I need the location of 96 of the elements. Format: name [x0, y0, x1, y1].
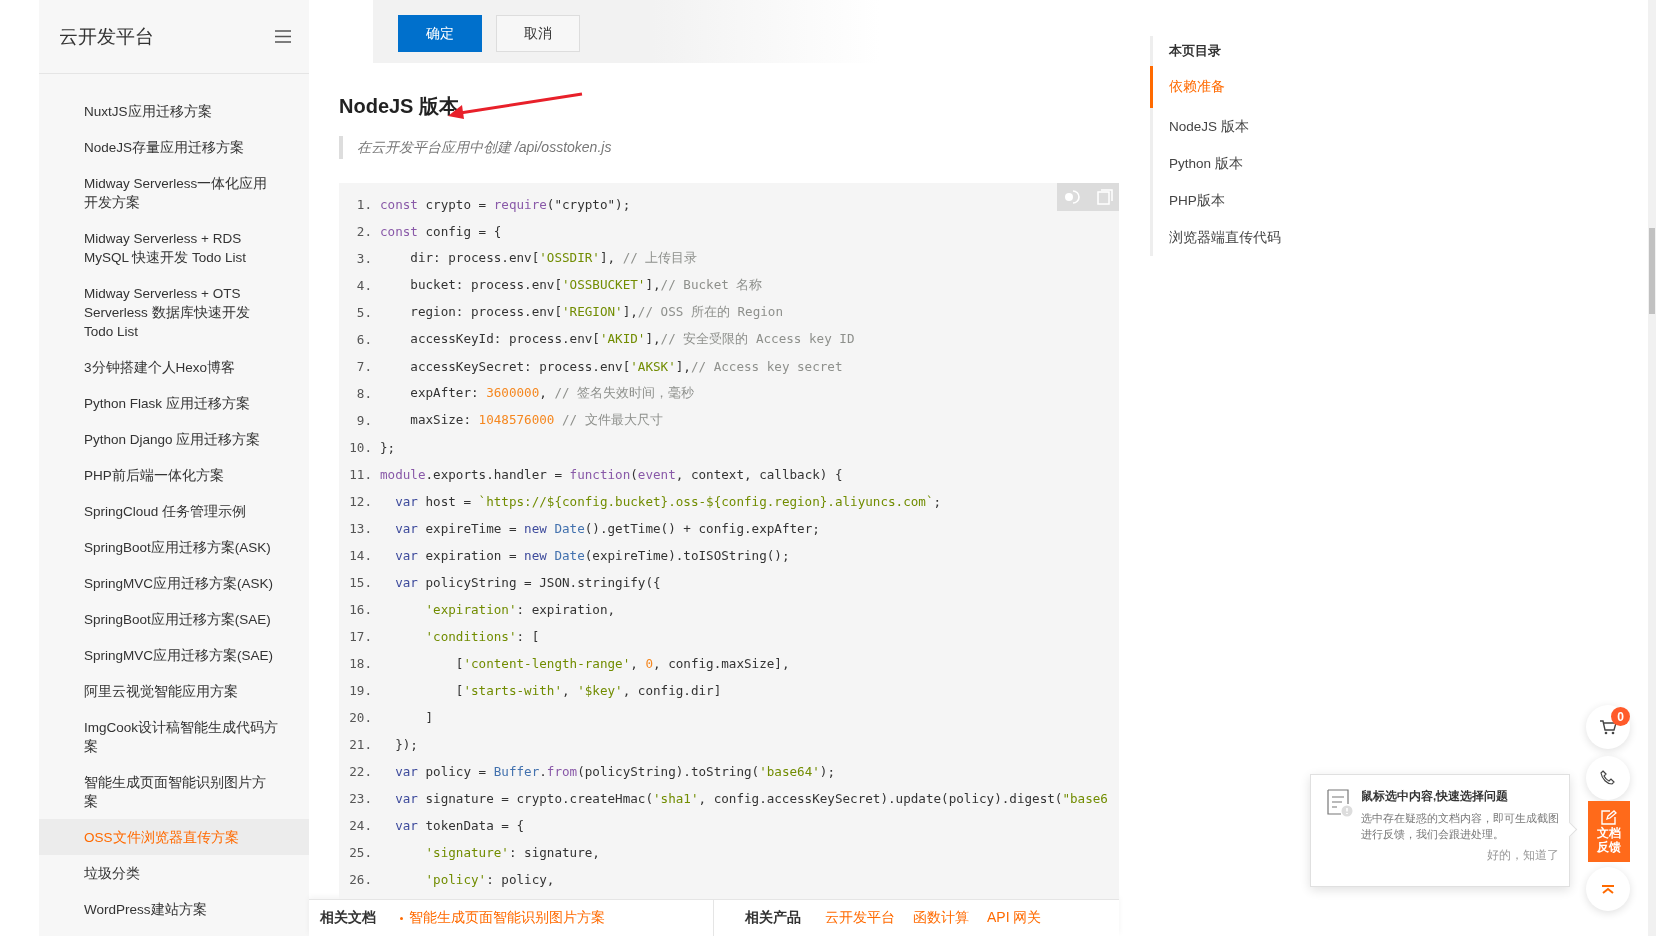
sidebar-item[interactable]: Midway Serverless + OTS Serverless 数据库快速开发 Todo List: [39, 275, 309, 349]
line-number: 15.: [348, 575, 372, 590]
cart-icon: [1599, 719, 1617, 735]
code-line: bucket: process.env['OSSBUCKET'],// Bucket 名称: [409, 277, 763, 294]
line-number: 9.: [355, 413, 372, 428]
code-line: accessKeySecret: process.env['AKSK'],// Access key secret: [409, 359, 843, 374]
code-line: });: [394, 737, 418, 752]
toc-item[interactable]: NodeJS 版本: [1150, 108, 1353, 145]
code-line: const config = {: [380, 224, 502, 239]
document-icon: [1327, 789, 1353, 817]
code-line: var expiration = new Date(expireTime).toISOString();: [394, 548, 790, 563]
bullet-icon: [400, 916, 403, 920]
code-line: var signature = crypto.createHmac('sha1', config.accessKeySecret).update(policy).digest("base6: [394, 791, 1108, 806]
code-line: 'policy': policy,: [424, 872, 555, 887]
confirm-button[interactable]: 确定: [398, 15, 482, 52]
line-number: 25.: [348, 845, 372, 860]
code-line: var expireTime = new Date().getTime() + config.expAfter;: [394, 521, 820, 536]
code-line: };: [380, 440, 396, 455]
code-line: dir: process.env['OSSDIR'], // 上传目录: [409, 250, 698, 267]
sidebar-title: 云开发平台: [59, 24, 154, 49]
sidebar-item[interactable]: 3分钟搭建个人Hexo博客: [39, 349, 309, 385]
sidebar-item[interactable]: 垃圾分类: [39, 855, 309, 891]
sidebar-item[interactable]: WordPress建站方案: [39, 891, 309, 927]
line-number: 24.: [348, 818, 372, 833]
menu-icon[interactable]: [275, 30, 291, 43]
line-number: 17.: [348, 629, 372, 644]
line-number: 1.: [355, 197, 372, 212]
sidebar-item[interactable]: SpringMVC应用迁移方案(SAE): [39, 637, 309, 673]
code-line: maxSize: 1048576000 // 文件最大尺寸: [409, 412, 663, 429]
line-number: 6.: [355, 332, 372, 347]
cart-button[interactable]: [1586, 705, 1630, 749]
cancel-button[interactable]: 取消: [496, 15, 580, 52]
back-to-top-button[interactable]: [1586, 867, 1630, 911]
line-number: 11.: [348, 467, 372, 482]
code-line: 'signature': signature,: [424, 845, 600, 860]
sidebar-item[interactable]: NodeJS存量应用迁移方案: [39, 129, 309, 165]
sidebar-item[interactable]: SpringMVC应用迁移方案(ASK): [39, 565, 309, 601]
section-heading: NodeJS 版本: [339, 94, 460, 119]
toc-item[interactable]: Python 版本: [1150, 145, 1353, 182]
line-number: 18.: [348, 656, 372, 671]
sidebar-item[interactable]: 智能生成页面智能识别图片方案: [39, 764, 309, 819]
sidebar-item[interactable]: Midway Serverless + RDS MySQL 快速开发 Todo List: [39, 220, 309, 275]
code-line: accessKeyId: process.env['AKID'],// 安全受限的 Access key ID: [409, 331, 855, 348]
code-line: 'expiration': expiration,: [424, 602, 616, 617]
code-line: var tokenData = {: [394, 818, 525, 833]
sidebar-item[interactable]: Midway Serverless一体化应用开发方案: [39, 165, 309, 220]
sidebar-item[interactable]: SpringCloud 任务管理示例: [39, 493, 309, 529]
toc-title: 本页目录: [1168, 42, 1222, 60]
toc-item[interactable]: PHP版本: [1150, 182, 1353, 219]
sidebar-item[interactable]: PHP前后端一体化方案: [39, 457, 309, 493]
related-products-label: 相关产品: [745, 909, 801, 927]
code-line: module.exports.handler = function(event, context, callback) {: [380, 467, 843, 482]
line-number: 8.: [355, 386, 372, 401]
sidebar-item[interactable]: Python Flask 应用迁移方案: [39, 385, 309, 421]
tip-title: 鼠标选中内容,快速选择问题: [1361, 789, 1510, 804]
code-line: var policyString = JSON.stringify({: [394, 575, 661, 590]
line-number: 5.: [355, 305, 372, 320]
chevron-up-icon: [1602, 884, 1614, 894]
code-line: 'conditions': [: [424, 629, 540, 644]
line-number: 26.: [348, 872, 372, 887]
line-number: 23.: [348, 791, 372, 806]
line-number: 12.: [348, 494, 372, 509]
line-number: 3.: [355, 251, 372, 266]
line-number: 10.: [348, 440, 372, 455]
code-line: ['content-length-range', 0, config.maxSize],: [454, 656, 790, 671]
sidebar-item[interactable]: Python Django 应用迁移方案: [39, 421, 309, 457]
line-number: 21.: [348, 737, 372, 752]
line-number: 19.: [348, 683, 372, 698]
code-line: var host = `https://${config.bucket}.oss-${config.region}.aliyuncs.com`;: [394, 494, 942, 509]
phone-icon: [1600, 770, 1616, 786]
line-number: 16.: [348, 602, 372, 617]
toc-item[interactable]: 浏览器端直传代码: [1150, 219, 1353, 256]
line-number: 2.: [355, 224, 372, 239]
sidebar-item[interactable]: SpringBoot应用迁移方案(ASK): [39, 529, 309, 565]
line-number: 14.: [348, 548, 372, 563]
sidebar-item[interactable]: SpringBoot应用迁移方案(SAE): [39, 601, 309, 637]
edit-icon: [1601, 809, 1617, 825]
sidebar-item[interactable]: ImgCook设计稿智能生成代码方案: [39, 709, 309, 764]
phone-button[interactable]: [1586, 756, 1630, 800]
related-docs-label: 相关文档: [320, 909, 376, 927]
quote-text: 在云开发平台应用中创建 /api/osstoken.js: [357, 139, 612, 155]
code-line: var policy = Buffer.from(policyString).toString('base64');: [394, 764, 835, 779]
code-line: region: process.env['REGION'],// OSS 所在的 Region: [409, 304, 783, 321]
code-line: const crypto = require("crypto");: [380, 197, 631, 212]
tip-text: 选中存在疑惑的文档内容，即可生成截图进行反馈，我们会跟进处理。: [1361, 811, 1559, 842]
line-number: 4.: [355, 278, 372, 293]
line-number: 13.: [348, 521, 372, 536]
sidebar-item[interactable]: NuxtJS应用迁移方案: [39, 93, 309, 129]
code-line: expAfter: 3600000, // 签名失效时间，毫秒: [409, 385, 695, 402]
sidebar-item[interactable]: 阿里云视觉智能应用方案: [39, 673, 309, 709]
code-line: ['starts-with', '$key', config.dir]: [454, 683, 722, 698]
code-line: ]: [424, 710, 434, 725]
line-number: 7.: [355, 359, 372, 374]
line-number: 20.: [348, 710, 372, 725]
scrollbar-thumb[interactable]: [1649, 228, 1655, 314]
line-number: 22.: [348, 764, 372, 779]
